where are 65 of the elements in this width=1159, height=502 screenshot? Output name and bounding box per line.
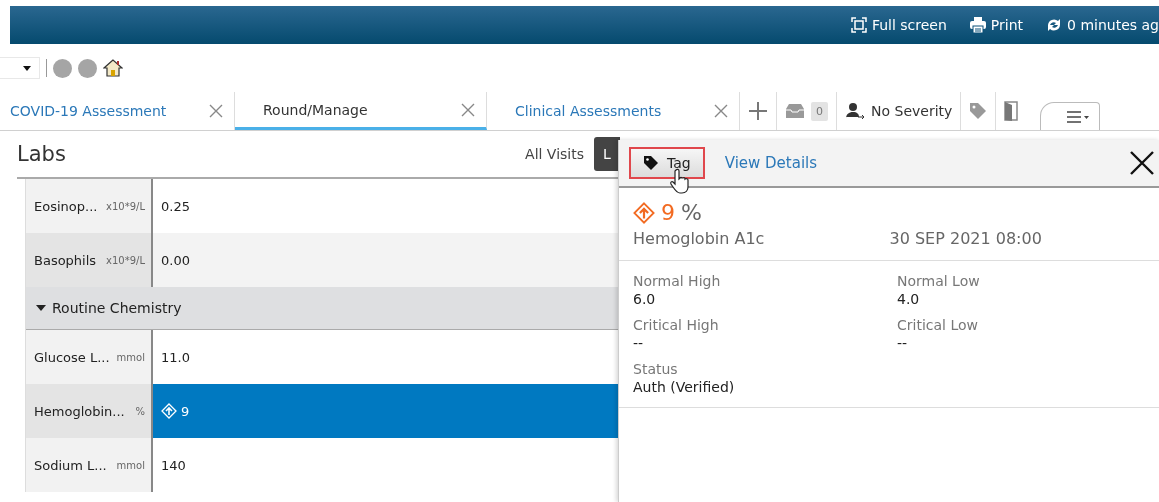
home-icon[interactable]: [103, 58, 123, 78]
test-name: Hemoglobin A1c: [633, 229, 766, 248]
header-action-button[interactable]: Print: [968, 16, 1024, 34]
header-action-button[interactable]: 0 minutes ag: [1045, 16, 1159, 34]
field-value: --: [633, 335, 645, 351]
field-label: Critical High: [633, 317, 720, 333]
section-title: Labs: [17, 142, 66, 166]
tab[interactable]: Round/Manage: [235, 92, 487, 130]
door-icon[interactable]: [1004, 101, 1019, 121]
view-details-link[interactable]: View Details: [724, 154, 818, 172]
visits-filter[interactable]: All Visits: [525, 146, 584, 162]
result-value: 0.00: [161, 252, 190, 268]
count-badge: 0: [811, 101, 828, 121]
menu-icon[interactable]: [1067, 110, 1090, 123]
tag-button[interactable]: Tag: [629, 147, 705, 179]
group-label: Routine Chemistry: [52, 300, 182, 316]
field-label: Status: [633, 361, 679, 377]
result-date: 30 SEP 2021 08:00: [889, 229, 1043, 248]
person-icon[interactable]: [845, 102, 865, 120]
field-value: --: [897, 335, 909, 351]
unit-label: mmol: [116, 351, 145, 363]
result-value: 140: [161, 457, 186, 473]
fullscreen-icon: [849, 16, 868, 34]
test-name: Basophils: [34, 252, 97, 268]
tag-icon: [643, 155, 659, 171]
dropdown[interactable]: [0, 57, 40, 79]
add-icon[interactable]: [748, 101, 768, 121]
unit-label: x10*9/L: [106, 200, 145, 212]
severity-label[interactable]: No Severity: [871, 103, 953, 119]
result-value: 9: [661, 200, 675, 225]
tag-icon[interactable]: [969, 102, 988, 120]
header-action-button[interactable]: Full screen: [849, 16, 947, 34]
caret-icon: [23, 65, 31, 71]
unit-label: %: [681, 200, 702, 225]
result-value: 0.25: [161, 198, 190, 214]
field-value: 4.0: [897, 291, 921, 307]
test-name: Hemoglobin...: [34, 403, 125, 419]
menu-tab[interactable]: [1040, 102, 1101, 130]
circle-icon[interactable]: [78, 58, 97, 78]
group-header[interactable]: Routine Chemistry: [26, 287, 620, 330]
unit-label: mmol: [116, 459, 145, 471]
printer-icon: [968, 16, 987, 34]
inbox-icon[interactable]: [785, 103, 805, 119]
field-value: 6.0: [633, 291, 657, 307]
test-name: Eosinop...: [34, 198, 98, 214]
field-value: Auth (Verified): [633, 379, 736, 395]
test-name: Sodium L...: [34, 457, 107, 473]
field-label: Normal High: [633, 273, 722, 289]
test-name: Glucose L...: [34, 349, 110, 365]
tab-label: COVID-19 Assessment: [10, 103, 167, 119]
high-flag-icon: [161, 403, 177, 419]
close-icon[interactable]: [1128, 149, 1156, 177]
field-label: Normal Low: [897, 273, 981, 289]
result-value: 11.0: [161, 349, 190, 365]
result-value: 9: [181, 403, 190, 419]
caret-down-icon[interactable]: [36, 305, 46, 311]
circle-icon[interactable]: [53, 58, 72, 78]
unit-label: x10*9/L: [106, 254, 145, 266]
result-cell[interactable]: 0.00: [153, 233, 620, 287]
field-label: Critical Low: [897, 317, 979, 333]
tab-label: Clinical Assessments: [515, 103, 662, 119]
result-cell[interactable]: 9: [153, 384, 620, 438]
view-button[interactable]: L: [594, 137, 620, 171]
tab-label: Round/Manage: [263, 101, 368, 118]
unit-label: %: [135, 405, 145, 417]
